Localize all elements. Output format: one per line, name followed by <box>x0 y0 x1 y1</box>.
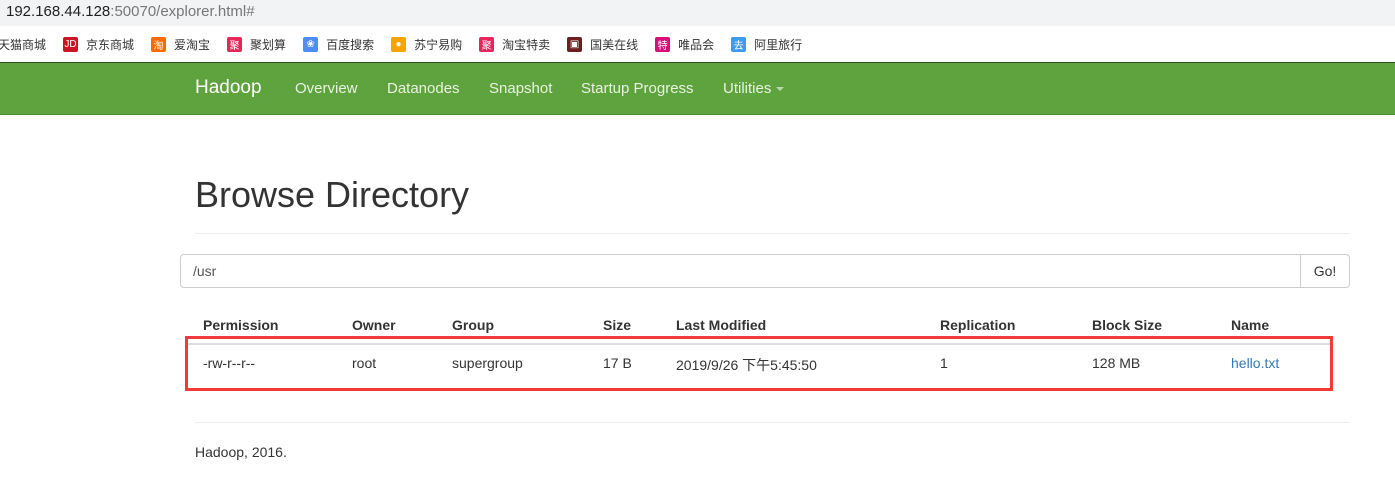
bookmark-label: 京东商城 <box>86 37 135 52</box>
aitaobao-icon: 淘 <box>151 36 167 52</box>
path-input[interactable]: /usr <box>180 254 1301 288</box>
caret-down-icon <box>776 87 785 92</box>
juhuasuan-icon: 聚 <box>227 36 243 52</box>
bookmark-item[interactable]: ● 苏宁易购 <box>391 36 462 53</box>
bookmark-label: 淘宝特卖 <box>502 37 551 52</box>
bookmark-item[interactable]: 聚聚划算 <box>227 36 286 53</box>
nav-utilities-label: Utilities <box>723 80 772 97</box>
alitrip-icon: 去 <box>731 36 747 52</box>
highlight-annotation <box>185 336 1333 391</box>
bookmark-item[interactable]: JD 京东商城 <box>63 36 134 53</box>
bookmark-item[interactable]: ▣ 国美在线 <box>567 36 638 53</box>
bookmark-label: 苏宁易购 <box>414 37 463 52</box>
bookmark-item[interactable]: 特唯品会 <box>655 36 714 53</box>
divider <box>195 233 1350 234</box>
vip-icon: 特 <box>655 36 671 52</box>
column-header[interactable]: Size <box>603 317 631 333</box>
footer-divider <box>195 422 1350 423</box>
address-bar[interactable]: 192.168.44.128:50070/explorer.html# <box>0 0 1395 26</box>
go-button[interactable]: Go! <box>1300 254 1350 288</box>
bookmark-item[interactable]: 聚淘宝特卖 <box>479 36 550 53</box>
column-header[interactable]: Group <box>452 317 494 333</box>
nav-utilities-dropdown[interactable]: Utilities <box>723 80 785 97</box>
bookmark-label: 唯品会 <box>678 37 715 52</box>
taobao-temai-icon: 聚 <box>479 36 495 52</box>
suning-icon: ● <box>391 36 407 52</box>
bookmark-label: 聚划算 <box>250 37 287 52</box>
bookmark-item[interactable]: 淘爱淘宝 <box>151 36 210 53</box>
bookmark-label: 爱淘宝 <box>174 37 211 52</box>
url-host: 192.168.44.128 <box>6 3 111 20</box>
column-header[interactable]: Block Size <box>1092 317 1162 333</box>
nav-snapshot[interactable]: Snapshot <box>489 80 552 97</box>
page-title: Browse Directory <box>195 174 470 215</box>
bookmark-label: 阿里旅行 <box>754 37 803 52</box>
navbar: Hadoop Overview Datanodes Snapshot Start… <box>0 62 1395 115</box>
nav-overview[interactable]: Overview <box>295 80 358 97</box>
nav-startup-progress[interactable]: Startup Progress <box>581 80 694 97</box>
url-path: :50070/explorer.html# <box>110 3 255 20</box>
bookmark-label: 百度搜索 <box>326 37 375 52</box>
column-header[interactable]: Replication <box>940 317 1015 333</box>
footer-text: Hadoop, 2016. <box>195 444 287 460</box>
bookmark-item[interactable]: 天猫商城 <box>0 36 46 53</box>
baidu-paw-icon: ❀ <box>303 36 319 52</box>
nav-datanodes[interactable]: Datanodes <box>387 80 460 97</box>
column-header[interactable]: Owner <box>352 317 396 333</box>
gome-icon: ▣ <box>567 36 583 52</box>
bookmarks-bar: 天猫商城 JD 京东商城淘爱淘宝聚聚划算 ❀ 百度搜索 ● 苏宁易购聚淘宝特卖 ▣ 国美在线特唯… <box>0 30 819 58</box>
column-header[interactable]: Name <box>1231 317 1269 333</box>
column-header[interactable]: Permission <box>203 317 278 333</box>
bookmark-label: 天猫商城 <box>0 37 47 52</box>
brand-link[interactable]: Hadoop <box>195 77 262 99</box>
jd-icon: JD <box>63 36 79 52</box>
column-header[interactable]: Last Modified <box>676 317 766 333</box>
bookmark-item[interactable]: ❀ 百度搜索 <box>303 36 374 53</box>
bookmark-item[interactable]: 去阿里旅行 <box>731 36 802 53</box>
bookmark-label: 国美在线 <box>590 37 639 52</box>
